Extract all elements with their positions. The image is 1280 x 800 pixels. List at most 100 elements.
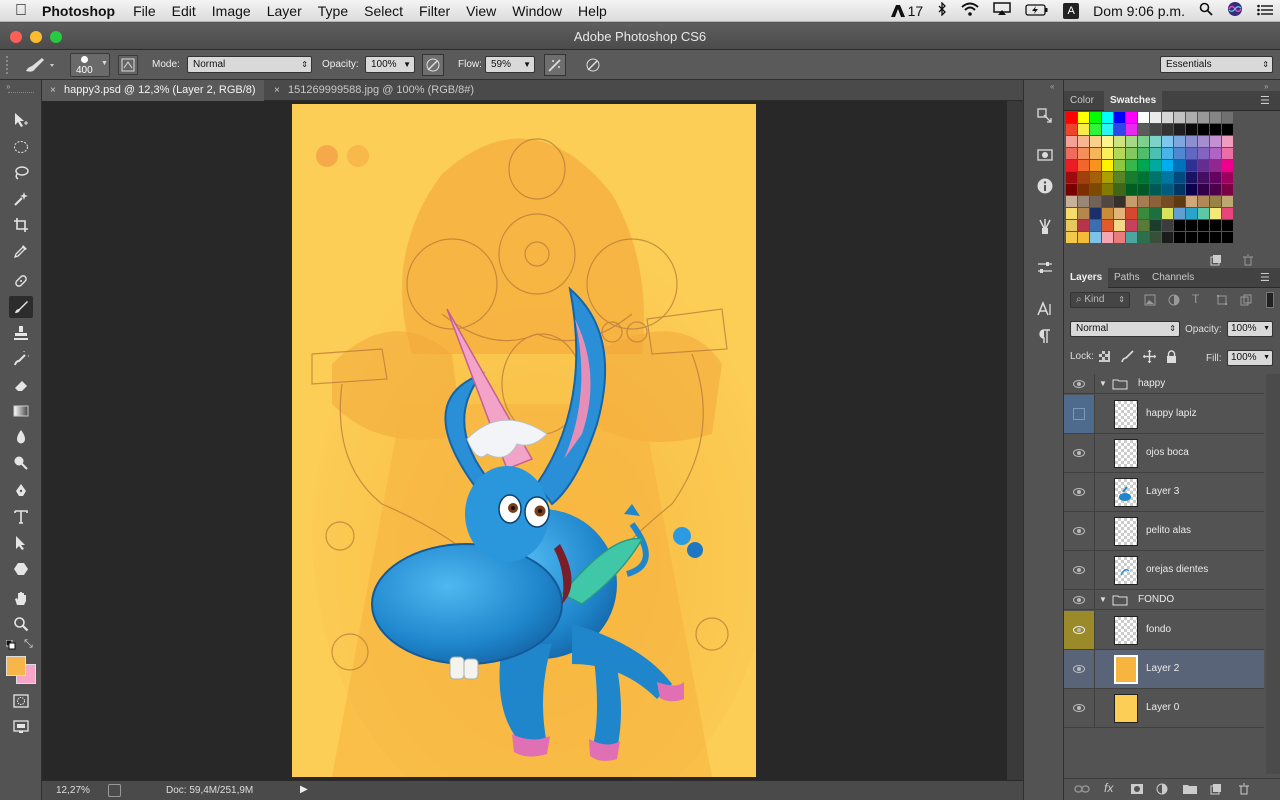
color-swatch[interactable]: [1078, 184, 1089, 195]
color-swatch[interactable]: [1102, 172, 1113, 183]
layer-group-row[interactable]: ▼ FONDO: [1064, 590, 1264, 610]
color-swatch[interactable]: [1222, 148, 1233, 159]
adobe-cc-icon[interactable]: 17: [890, 3, 923, 19]
color-swatch[interactable]: [1186, 232, 1197, 243]
pressure-size-button[interactable]: [582, 54, 604, 76]
spotlight-icon[interactable]: [1199, 2, 1213, 19]
fx-icon[interactable]: fx: [1104, 781, 1113, 795]
layer-opacity-field[interactable]: 100% ▼: [1227, 321, 1273, 337]
color-swatch[interactable]: [1138, 184, 1149, 195]
color-swatch[interactable]: [1222, 208, 1233, 219]
color-swatch[interactable]: [1102, 148, 1113, 159]
brush-presets-panel-icon[interactable]: [1034, 217, 1056, 237]
color-swatch[interactable]: [1078, 148, 1089, 159]
color-swatch[interactable]: [1138, 112, 1149, 123]
color-swatch[interactable]: [1066, 220, 1077, 231]
shape-tool[interactable]: [9, 558, 33, 580]
color-swatch[interactable]: [1090, 136, 1101, 147]
color-swatch[interactable]: [1186, 184, 1197, 195]
menu-window[interactable]: Window: [512, 3, 562, 19]
siri-icon[interactable]: [1227, 1, 1243, 20]
color-swatch[interactable]: [1126, 184, 1137, 195]
lasso-tool[interactable]: [9, 162, 33, 184]
color-swatch[interactable]: [1198, 112, 1209, 123]
opacity-field[interactable]: 100% ▼: [365, 56, 415, 73]
color-swatch[interactable]: [1198, 184, 1209, 195]
collapse-dock-icon[interactable]: «: [1050, 82, 1054, 91]
color-swatch[interactable]: [1078, 160, 1089, 171]
color-swatch[interactable]: [1210, 208, 1221, 219]
chevron-down-icon[interactable]: ▼: [403, 57, 411, 72]
color-swatch[interactable]: [1102, 208, 1113, 219]
color-swatch[interactable]: [1150, 148, 1161, 159]
color-swatch[interactable]: [1090, 148, 1101, 159]
brush-tool[interactable]: [9, 296, 33, 318]
color-swatch[interactable]: [1150, 136, 1161, 147]
eyedropper-tool[interactable]: [9, 240, 33, 262]
adjustments-panel-icon[interactable]: [1034, 258, 1056, 278]
color-swatch[interactable]: [1210, 184, 1221, 195]
status-menu-arrow-icon[interactable]: ▶: [300, 784, 308, 795]
chevron-down-icon[interactable]: ▼: [1263, 322, 1270, 336]
filter-adjustment-icon[interactable]: [1168, 294, 1180, 309]
default-colors-icon[interactable]: [5, 639, 16, 653]
visibility-toggle[interactable]: [1064, 374, 1095, 394]
path-selection-tool[interactable]: [9, 532, 33, 554]
zoom-window-button[interactable]: [50, 31, 62, 43]
color-swatch[interactable]: [1150, 124, 1161, 135]
color-swatch[interactable]: [1138, 124, 1149, 135]
color-swatch[interactable]: [1198, 196, 1209, 207]
tab-happy3[interactable]: × happy3.psd @ 12,3% (Layer 2, RGB/8): [42, 80, 264, 101]
color-swatch[interactable]: [1138, 160, 1149, 171]
tab-layers[interactable]: Layers: [1064, 268, 1109, 288]
panel-menu-icon[interactable]: ☰: [1260, 94, 1270, 107]
color-swatch[interactable]: [1174, 160, 1185, 171]
visibility-toggle[interactable]: [1064, 473, 1095, 511]
character-panel-icon[interactable]: [1034, 299, 1056, 319]
screen-mode-icon[interactable]: [9, 716, 33, 738]
visibility-toggle[interactable]: [1064, 611, 1095, 649]
color-swatch[interactable]: [1066, 208, 1077, 219]
color-swatch[interactable]: [1078, 208, 1089, 219]
options-bar-grip[interactable]: [6, 56, 14, 74]
color-swatch[interactable]: [1126, 232, 1137, 243]
lock-all-icon[interactable]: [1166, 350, 1177, 366]
chevron-down-icon[interactable]: ▼: [523, 57, 531, 72]
notification-center-icon[interactable]: [1257, 3, 1273, 19]
history-panel-icon[interactable]: [1034, 106, 1056, 126]
color-swatch[interactable]: [1066, 112, 1077, 123]
quick-selection-tool[interactable]: [9, 188, 33, 210]
visibility-toggle[interactable]: [1064, 434, 1095, 472]
vertical-scrollbar[interactable]: [1007, 101, 1023, 780]
color-swatch[interactable]: [1126, 112, 1137, 123]
color-swatch[interactable]: [1102, 112, 1113, 123]
color-swatch[interactable]: [1138, 136, 1149, 147]
color-swatch[interactable]: [1198, 172, 1209, 183]
visibility-toggle[interactable]: [1064, 512, 1095, 550]
color-swatch[interactable]: [1174, 232, 1185, 243]
color-swatch[interactable]: [1162, 160, 1173, 171]
color-swatch[interactable]: [1162, 184, 1173, 195]
elliptical-marquee-tool[interactable]: [9, 136, 33, 158]
brush-preset-picker[interactable]: 400 ▼: [70, 53, 110, 77]
color-swatch[interactable]: [1114, 172, 1125, 183]
quick-mask-icon[interactable]: [9, 690, 33, 712]
color-swatch[interactable]: [1186, 112, 1197, 123]
close-tab-icon[interactable]: ×: [50, 80, 56, 101]
menu-type[interactable]: Type: [318, 3, 348, 19]
color-swatch[interactable]: [1174, 112, 1185, 123]
panel-grip[interactable]: [8, 92, 34, 95]
color-swatch[interactable]: [1210, 160, 1221, 171]
color-swatch[interactable]: [1114, 160, 1125, 171]
color-swatch[interactable]: [1090, 196, 1101, 207]
color-swatch[interactable]: [1114, 184, 1125, 195]
workspace-dropdown[interactable]: Essentials ⇕: [1160, 56, 1273, 73]
collapse-panel-icon[interactable]: »: [6, 82, 10, 91]
visibility-toggle[interactable]: [1064, 590, 1095, 610]
color-swatch[interactable]: [1210, 124, 1221, 135]
filter-shape-icon[interactable]: [1216, 294, 1228, 309]
canvas-area[interactable]: [42, 101, 1023, 780]
color-swatch[interactable]: [1222, 196, 1233, 207]
color-swatch[interactable]: [1078, 232, 1089, 243]
layer-row[interactable]: pelito alas: [1064, 512, 1264, 551]
